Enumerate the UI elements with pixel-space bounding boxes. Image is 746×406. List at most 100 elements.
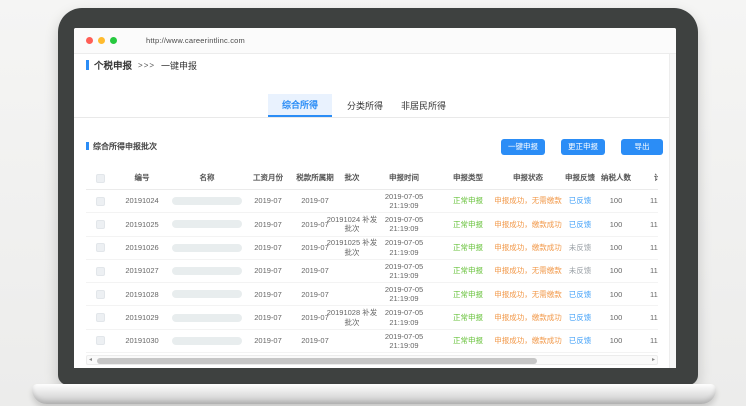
cell-declare-status: 申报成功，缴款成功 <box>490 213 566 235</box>
scroll-right-arrow-icon[interactable]: ▸ <box>652 356 655 365</box>
cell-id: 20191024 <box>114 190 170 212</box>
cell-declare-status: 申报成功，无需缴款 <box>490 283 566 305</box>
cell-salary-month: 2019-07 <box>244 306 292 328</box>
breadcrumb-separator: >>> <box>138 61 155 70</box>
table-row: 20191027 2019-07 2019-07 2019-07-05 21:1… <box>86 260 658 283</box>
redacted-name-pill <box>172 314 242 322</box>
horizontal-scrollbar-thumb[interactable] <box>97 358 537 364</box>
cell-salary-month: 2019-07 <box>244 330 292 352</box>
cell-declare-time: 2019-07-05 21:19:09 <box>377 306 431 328</box>
header-declare-time: 申报时间 <box>377 167 431 189</box>
table-row: 20191030 2019-07 2019-07 2019-07-05 21:1… <box>86 330 658 353</box>
cell-id: 20191030 <box>114 330 170 352</box>
tab-comprehensive-income[interactable]: 综合所得 <box>268 94 332 117</box>
cell-declare-time: 2019-07-05 21:19:09 <box>377 260 431 282</box>
row-checkbox-cell <box>86 260 114 282</box>
cell-taxpayer-count: 100 <box>598 213 634 235</box>
table-row: 20191029 2019-07 2019-07 20191028 补发批次 2… <box>86 306 658 329</box>
cell-batch: 20191025 补发批次 <box>326 237 378 259</box>
cell-declare-type: 正常申报 <box>446 283 490 305</box>
cell-declare-type: 正常申报 <box>446 306 490 328</box>
cell-feedback: 已反馈 <box>562 283 598 305</box>
cell-declare-type: 正常申报 <box>446 213 490 235</box>
cell-declare-type: 正常申报 <box>446 237 490 259</box>
cell-clipped-column: 11 <box>642 190 658 212</box>
cell-declare-status: 申报成功，缴款成功 <box>490 330 566 352</box>
cell-clipped-column: 11 <box>642 330 658 352</box>
row-checkbox[interactable] <box>96 220 105 229</box>
row-checkbox[interactable] <box>96 243 105 252</box>
row-checkbox[interactable] <box>96 313 105 322</box>
traffic-light-minimize-icon[interactable] <box>98 37 105 44</box>
address-bar-url[interactable]: http://www.careerintlinc.com <box>146 36 245 45</box>
one-click-declare-button[interactable]: 一键申报 <box>501 139 545 155</box>
cell-clipped-column: 11 <box>642 260 658 282</box>
table-row: 20191026 2019-07 2019-07 20191025 补发批次 2… <box>86 237 658 260</box>
tab-classified-income[interactable]: 分类所得 <box>347 94 383 117</box>
cell-batch <box>326 190 378 212</box>
header-clipped-column: 计 <box>654 167 658 189</box>
breadcrumb: 个税申报 >>> 一键申报 <box>86 58 197 72</box>
cell-batch: 20191024 补发批次 <box>326 213 378 235</box>
row-checkbox[interactable] <box>96 267 105 276</box>
cell-salary-month: 2019-07 <box>244 283 292 305</box>
tab-nonresident-income[interactable]: 非居民所得 <box>401 94 446 117</box>
breadcrumb-section: 个税申报 <box>94 58 132 72</box>
cell-taxpayer-count: 100 <box>598 330 634 352</box>
header-name: 名称 <box>170 167 244 189</box>
cell-feedback: 已反馈 <box>562 213 598 235</box>
laptop-base <box>32 384 716 404</box>
cell-declare-time: 2019-07-05 21:19:09 <box>377 190 431 212</box>
breadcrumb-accent-bar <box>86 60 89 70</box>
cell-feedback: 已反馈 <box>562 306 598 328</box>
scroll-left-arrow-icon[interactable]: ◂ <box>89 356 92 365</box>
page-background: http://www.careerintlinc.com 个税申报 >>> 一键… <box>0 0 746 406</box>
cell-feedback: 未反馈 <box>562 237 598 259</box>
cell-feedback: 已反馈 <box>562 190 598 212</box>
cell-declare-time: 2019-07-05 21:19:09 <box>377 213 431 235</box>
select-all-checkbox[interactable] <box>96 174 105 183</box>
cell-clipped-column: 11 <box>642 306 658 328</box>
table-header-row: 编号 名称 工资月份 税款所属期 批次 申报时间 申报类型 申报状态 申报反馈 … <box>86 167 658 190</box>
browser-chrome: http://www.careerintlinc.com <box>74 28 676 54</box>
cell-batch <box>326 330 378 352</box>
row-checkbox-cell <box>86 283 114 305</box>
redacted-name-pill <box>172 337 242 345</box>
row-checkbox-cell <box>86 213 114 235</box>
income-type-tabs: 综合所得 分类所得 非居民所得 <box>268 94 446 117</box>
table-row: 20191025 2019-07 2019-07 20191024 补发批次 2… <box>86 213 658 236</box>
row-checkbox[interactable] <box>96 336 105 345</box>
header-checkbox-cell <box>86 167 114 189</box>
cell-batch <box>326 283 378 305</box>
cell-taxpayer-count: 100 <box>598 283 634 305</box>
cell-declare-type: 正常申报 <box>446 190 490 212</box>
correction-declare-button[interactable]: 更正申报 <box>561 139 605 155</box>
cell-batch: 20191028 补发批次 <box>326 306 378 328</box>
page-content: 个税申报 >>> 一键申报 综合所得 分类所得 非居民所得 综合所得申报批次 一… <box>74 54 676 368</box>
traffic-light-close-icon[interactable] <box>86 37 93 44</box>
table-row: 20191024 2019-07 2019-07 2019-07-05 21:1… <box>86 190 658 213</box>
cell-salary-month: 2019-07 <box>244 213 292 235</box>
horizontal-scrollbar[interactable]: ◂ ▸ <box>86 355 658 365</box>
header-declare-type: 申报类型 <box>446 167 490 189</box>
row-checkbox[interactable] <box>96 290 105 299</box>
cell-salary-month: 2019-07 <box>244 237 292 259</box>
vertical-scrollbar[interactable] <box>669 54 676 368</box>
cell-name <box>170 237 244 259</box>
cell-declare-status: 申报成功，无需缴款 <box>490 190 566 212</box>
declaration-batch-table: 编号 名称 工资月份 税款所属期 批次 申报时间 申报类型 申报状态 申报反馈 … <box>86 167 658 353</box>
header-declare-status: 申报状态 <box>490 167 566 189</box>
cell-feedback: 已反馈 <box>562 330 598 352</box>
traffic-light-maximize-icon[interactable] <box>110 37 117 44</box>
row-checkbox[interactable] <box>96 197 105 206</box>
cell-declare-status: 申报成功，缴款成功 <box>490 237 566 259</box>
redacted-name-pill <box>172 244 242 252</box>
panel-title: 综合所得申报批次 <box>86 140 157 152</box>
browser-window: http://www.careerintlinc.com 个税申报 >>> 一键… <box>74 28 676 368</box>
cell-declare-time: 2019-07-05 21:19:09 <box>377 330 431 352</box>
header-batch: 批次 <box>326 167 378 189</box>
export-button[interactable]: 导出 <box>621 139 663 155</box>
header-feedback: 申报反馈 <box>562 167 598 189</box>
cell-declare-type: 正常申报 <box>446 330 490 352</box>
cell-name <box>170 306 244 328</box>
